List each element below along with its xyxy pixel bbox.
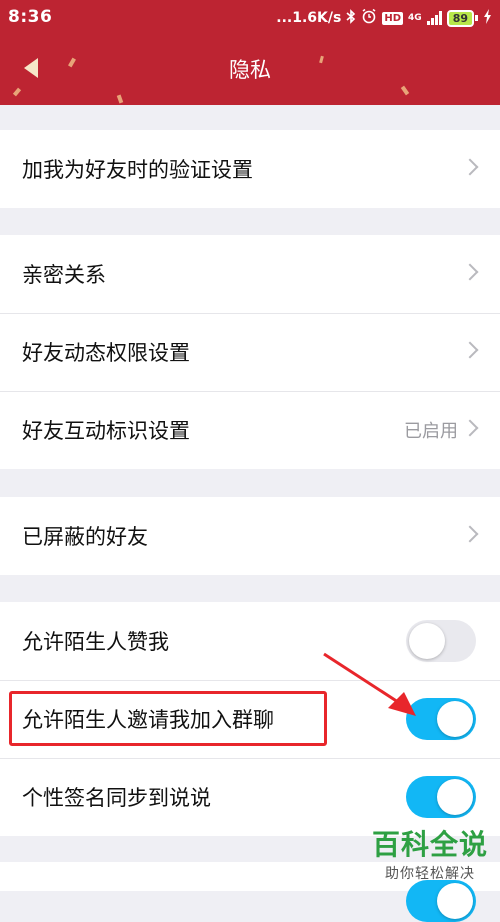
- status-icons: ...1.6K/s HD 4G 89: [276, 8, 492, 28]
- page-title: 隐私: [229, 58, 271, 82]
- list-item-label: 加我为好友时的验证设置: [22, 158, 253, 182]
- toggle-knob: [437, 883, 473, 919]
- chevron-right-icon: [461, 158, 479, 176]
- annotation-arrow-icon: [323, 652, 416, 716]
- status-bar: 8:36 ...1.6K/s HD 4G 89: [0, 0, 500, 34]
- list-item-label: 已屏蔽的好友: [22, 525, 148, 549]
- alarm-icon: [361, 8, 377, 28]
- network-type: 4G: [408, 12, 422, 23]
- toggle-signature-sync[interactable]: [406, 776, 476, 818]
- list-item-status: 已启用: [404, 421, 458, 442]
- list-item-interaction-badge[interactable]: 好友互动标识设置 已启用: [0, 391, 500, 469]
- battery-level: 89: [446, 9, 474, 27]
- settings-group-verification: 加我为好友时的验证设置: [0, 130, 500, 208]
- app-header: 8:36 ...1.6K/s HD 4G 89 隐私: [0, 0, 500, 105]
- chevron-right-icon: [461, 419, 479, 437]
- list-item-friend-verification[interactable]: 加我为好友时的验证设置: [0, 130, 500, 208]
- watermark-title: 百科全说: [371, 828, 488, 861]
- toggle-knob: [437, 701, 473, 737]
- list-item-label: 好友动态权限设置: [22, 341, 190, 365]
- chevron-right-icon: [461, 525, 479, 543]
- chevron-right-icon: [461, 341, 479, 359]
- watermark-subtitle: 助你轻松解决: [384, 866, 475, 882]
- list-item-moments-permission[interactable]: 好友动态权限设置: [0, 313, 500, 391]
- watermark-logo: 百科全说 助你轻松解决: [372, 823, 488, 883]
- toggle-knob: [437, 779, 473, 815]
- chevron-right-icon: [461, 263, 479, 281]
- toggle-partial[interactable]: [406, 880, 476, 922]
- list-item-blocked-friends[interactable]: 已屏蔽的好友: [0, 497, 500, 575]
- highlight-annotation-box: [9, 691, 327, 746]
- status-time: 8:36: [8, 7, 53, 27]
- list-item-label: 允许陌生人赞我: [22, 630, 169, 654]
- settings-group-blocked: 已屏蔽的好友: [0, 497, 500, 575]
- title-bar: 隐私: [0, 34, 500, 104]
- charging-icon: [483, 8, 492, 28]
- list-item-label: 好友互动标识设置: [22, 419, 190, 443]
- list-item-label: 亲密关系: [22, 263, 106, 287]
- list-item-label: 个性签名同步到说说: [22, 786, 211, 810]
- settings-group-friends: 亲密关系 好友动态权限设置 好友互动标识设置 已启用: [0, 235, 500, 469]
- battery-icon: 89: [446, 9, 478, 27]
- signal-icon: [426, 11, 442, 25]
- bluetooth-icon: [346, 8, 356, 28]
- network-speed: ...1.6K/s: [276, 10, 342, 26]
- list-item-intimate-relationship[interactable]: 亲密关系: [0, 235, 500, 313]
- hd-badge: HD: [382, 11, 404, 25]
